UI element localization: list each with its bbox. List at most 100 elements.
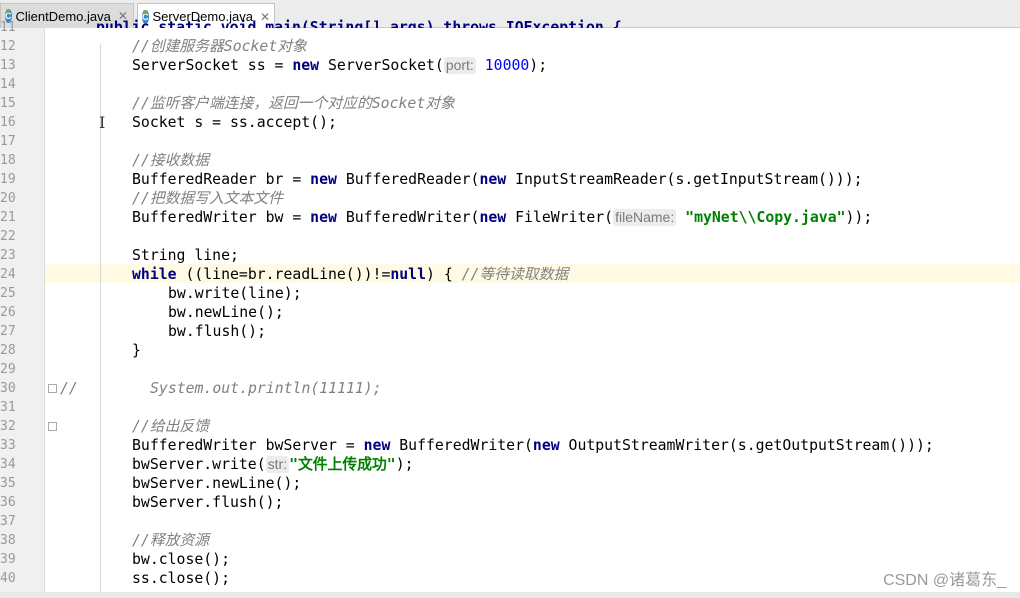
- commented-code: System.out.println(11111);: [150, 380, 382, 397]
- code-text: BufferedWriter(: [390, 437, 533, 454]
- code-text: bwServer.newLine();: [132, 475, 302, 492]
- keyword: null: [390, 266, 426, 283]
- code-text: InputStreamReader(s.getInputStream()));: [506, 171, 863, 188]
- code-line-15[interactable]: //监听客户端连接，返回一个对应的Socket对象: [132, 94, 455, 113]
- line-number: 11: [0, 20, 16, 35]
- code-line-33[interactable]: BufferedWriter bwServer = new BufferedWr…: [132, 436, 934, 455]
- line-number: 39: [0, 552, 16, 567]
- line-number: 19: [0, 172, 16, 187]
- code-text: bw.close();: [132, 551, 230, 568]
- line-number: 18: [0, 153, 16, 168]
- code-text: BufferedWriter(: [336, 209, 480, 226]
- line-number: 23: [0, 248, 16, 263]
- line-number: 22: [0, 229, 16, 244]
- comment: //给出反馈: [132, 418, 210, 435]
- fold-marker-icon[interactable]: [48, 422, 57, 431]
- line-number: 35: [0, 476, 16, 491]
- keyword: new: [363, 437, 391, 454]
- comment: //接收数据: [132, 152, 210, 169]
- line-number: 37: [0, 514, 16, 529]
- code-text: ss.close();: [132, 570, 230, 587]
- keyword: new: [310, 209, 337, 226]
- line-number: 20: [0, 191, 16, 206]
- code-line-32[interactable]: //给出反馈: [132, 417, 209, 436]
- comment: //释放资源: [132, 532, 210, 549]
- code-line-16[interactable]: Socket s = ss.accept();: [132, 113, 337, 132]
- fold-marker-icon[interactable]: [48, 384, 57, 393]
- code-text: );: [529, 57, 548, 74]
- code-line-19[interactable]: BufferedReader br = new BufferedReader(n…: [132, 170, 863, 189]
- code-text: public static void main(String[] args) t…: [96, 19, 622, 28]
- keyword: new: [479, 171, 507, 188]
- line-number: 25: [0, 286, 16, 301]
- line-number: 24: [0, 267, 16, 282]
- line-number: 13: [0, 58, 16, 73]
- code-line-23[interactable]: String line;: [132, 246, 239, 265]
- code-line-13[interactable]: ServerSocket ss = new ServerSocket(port:…: [132, 56, 547, 75]
- line-comment-marker: //: [60, 380, 78, 397]
- code-line-30[interactable]: //: [60, 379, 78, 398]
- code-text: OutputStreamWriter(s.getOutputStream()))…: [559, 437, 934, 454]
- code-line-18[interactable]: //接收数据: [132, 151, 209, 170]
- code-text: bwServer.flush();: [132, 494, 284, 511]
- code-text: BufferedReader br =: [132, 171, 311, 188]
- code-text: bw.flush();: [168, 323, 266, 340]
- status-strip: [0, 592, 1020, 598]
- code-text: FileWriter(: [506, 209, 614, 226]
- line-number: 40: [0, 571, 16, 586]
- line-number: 36: [0, 495, 16, 510]
- line-number: 30: [0, 381, 16, 396]
- code-line-38[interactable]: //释放资源: [132, 531, 209, 550]
- line-number: 29: [0, 362, 16, 377]
- code-text: ) {: [426, 266, 462, 283]
- code-text: }: [132, 342, 141, 359]
- code-line-40[interactable]: ss.close();: [132, 569, 230, 588]
- line-number: 26: [0, 305, 16, 320]
- watermark: CSDN @诸葛东_: [883, 572, 1006, 589]
- parameter-hint: fileName:: [613, 209, 677, 226]
- string-literal: "myNet\\Copy.java": [685, 209, 846, 226]
- code-text: String line;: [132, 247, 239, 264]
- code-line-21[interactable]: BufferedWriter bw = new BufferedWriter(n…: [132, 208, 872, 227]
- code-line-24[interactable]: while ((line=br.readLine())!=null) { //等…: [132, 265, 568, 284]
- code-line-20[interactable]: //把数据写入文本文件: [132, 189, 283, 208]
- code-text: ServerSocket ss =: [132, 57, 293, 74]
- comment: //把数据写入文本文件: [132, 190, 283, 207]
- code-text: ));: [845, 209, 873, 226]
- code-line-12[interactable]: //创建服务器Socket对象: [132, 37, 307, 56]
- string-literal: "文件上传成功": [289, 456, 396, 473]
- keyword: new: [292, 57, 320, 74]
- code-line-30-body[interactable]: System.out.println(11111);: [150, 379, 382, 398]
- code-text: Socket s = ss.accept();: [132, 114, 337, 131]
- code-text: bwServer.write(: [132, 456, 266, 473]
- code-text: bw.write(line);: [168, 285, 302, 302]
- line-number: 12: [0, 39, 16, 54]
- line-number: 34: [0, 457, 16, 472]
- keyword: new: [310, 171, 337, 188]
- code-text: );: [395, 456, 414, 473]
- line-number: 28: [0, 343, 16, 358]
- comment: //监听客户端连接，返回一个对应的Socket对象: [132, 95, 455, 112]
- code-line-28[interactable]: }: [132, 341, 141, 360]
- code-line-36[interactable]: bwServer.flush();: [132, 493, 283, 512]
- code-text: bw.newLine();: [168, 304, 284, 321]
- code-text: BufferedWriter bw =: [132, 209, 311, 226]
- line-number: 33: [0, 438, 16, 453]
- code-text: BufferedWriter bwServer =: [132, 437, 364, 454]
- code-line-25[interactable]: bw.write(line);: [168, 284, 302, 303]
- code-line-27[interactable]: bw.flush();: [168, 322, 266, 341]
- code-line-34[interactable]: bwServer.write(str: "文件上传成功");: [132, 455, 414, 474]
- line-number: 21: [0, 210, 16, 225]
- line-number: 17: [0, 134, 16, 149]
- code-line-39[interactable]: bw.close();: [132, 550, 230, 569]
- text-cursor-icon: I: [99, 113, 106, 132]
- keyword: new: [532, 437, 560, 454]
- code-text: ((line=br.readLine())!=: [176, 266, 391, 283]
- code-text: BufferedReader(: [336, 171, 480, 188]
- code-line-11[interactable]: public static void main(String[] args) t…: [96, 18, 622, 28]
- code-line-26[interactable]: bw.newLine();: [168, 303, 284, 322]
- code-line-35[interactable]: bwServer.newLine();: [132, 474, 301, 493]
- comment: //创建服务器Socket对象: [132, 38, 307, 55]
- parameter-hint: str:: [265, 456, 290, 473]
- gutter-divider: [44, 28, 45, 598]
